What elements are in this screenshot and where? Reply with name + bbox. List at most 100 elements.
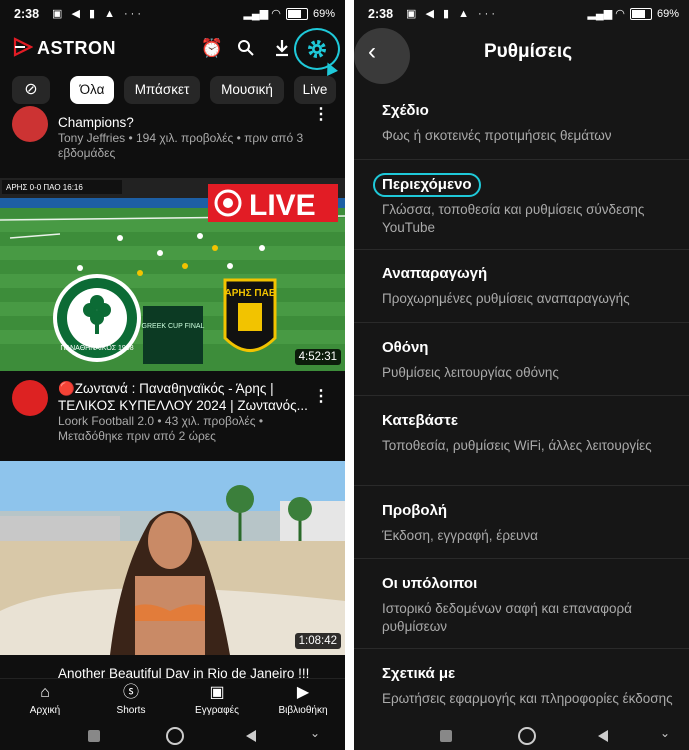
divider <box>354 159 689 160</box>
home-icon: ⌂ <box>40 684 50 701</box>
back-button[interactable] <box>354 28 410 84</box>
channel-avatar[interactable] <box>12 106 48 142</box>
page-title: Ρυθμίσεις <box>484 41 573 62</box>
settings-item-title: Προβολή <box>382 502 448 519</box>
settings-item-download[interactable]: Κατεβάστε Τοποθεσία, ρυθμίσεις WiFi, άλλ… <box>382 411 673 455</box>
divider <box>354 395 689 396</box>
settings-item-subtitle: Ερωτήσεις εφαρμογής και πληροφορίες έκδο… <box>382 691 673 706</box>
battery-icon <box>629 8 652 21</box>
battery-level: 69% <box>656 8 679 20</box>
chip-live[interactable]: Live <box>294 76 336 104</box>
home-system-icon[interactable] <box>518 727 536 745</box>
subscriptions-icon: ▣ <box>209 684 225 701</box>
notification-icons: ▣ ◀ ▮ ▲ ··· <box>406 8 499 20</box>
divider <box>354 485 689 486</box>
settings-item-title: Αναπαραγωγή <box>382 265 488 282</box>
status-time: 2:38 <box>368 7 394 21</box>
cup-label: GREEK CUP FINAL <box>142 323 205 330</box>
settings-item-design[interactable]: Σχέδιο Φως ή σκοτεινές προτιμήσεις θεμάτ… <box>382 101 673 145</box>
divider <box>354 322 689 323</box>
app-logo-icon <box>13 37 33 57</box>
shorts-icon: ⓢ <box>122 684 139 701</box>
gear-icon <box>308 40 326 58</box>
filter-chips: ⊘ Όλα Μπάσκετ Μουσική Live <box>0 72 345 106</box>
home-system-icon[interactable] <box>166 727 184 745</box>
signal-icon: ▂▄▆ <box>243 8 269 20</box>
alarm-icon[interactable]: ⏰ <box>200 36 224 60</box>
system-navigation: ⌄ <box>354 722 689 750</box>
settings-item-title: Σχέδιο <box>382 102 429 119</box>
status-bar: 2:38 ▣ ◀ ▮ ▲ ··· ▂▄▆ ◠ 69% <box>354 0 689 28</box>
more-options-icon[interactable]: ⋮ <box>313 104 329 124</box>
back-system-icon[interactable] <box>598 730 608 742</box>
settings-item-content[interactable]: Περιεχόμενο Γλώσσα, τοποθεσία και ρυθμίσ… <box>373 173 673 237</box>
settings-item-about[interactable]: Σχετικά με Ερωτήσεις εφαρμογής και πληρο… <box>382 664 673 718</box>
notification-icons: ▣ ◀ ▮ ▲ ··· <box>52 8 145 20</box>
divider <box>354 249 689 250</box>
settings-item-subtitle: Ιστορικό δεδομένων σαφή και επαναφορά ρυ… <box>382 601 632 634</box>
settings-screen: 2:38 ▣ ◀ ▮ ▲ ··· ▂▄▆ ◠ 69% ‹ Ρυθμίσεις Σ… <box>354 0 689 750</box>
settings-item-subtitle: Γλώσσα, τοποθεσία και ρυθμίσεις σύνδεσης… <box>382 202 645 235</box>
settings-item-subtitle: Φως ή σκοτεινές προτιμήσεις θεμάτων <box>382 128 612 143</box>
settings-item-display[interactable]: Οθόνη Ρυθμίσεις λειτουργίας οθόνης <box>382 338 673 382</box>
home-screen: 2:38 ▣ ◀ ▮ ▲ ··· ▂▄▆ ◠ 69% ASTRON ⏰ ⊘ Όλ… <box>0 0 345 750</box>
settings-item-subtitle: Τοποθεσία, ρυθμίσεις WiFi, άλλες λειτουρ… <box>382 438 652 453</box>
recents-icon[interactable] <box>440 730 452 742</box>
video-info: Champions? Tony Jeffries • 194 χιλ. προβ… <box>58 114 315 161</box>
more-options-icon[interactable]: ⋮ <box>313 386 329 406</box>
settings-item-view[interactable]: Προβολή Έκδοση, εγγραφή, έρευνα <box>382 501 673 545</box>
app-name: ASTRON <box>37 38 116 58</box>
football-match-image: ΑΡΗΣ 0-0 ΠΑΟ 16:16 ΠΑΝΑΘΗΝΑΪΚΟΣ 1908 GRE… <box>0 178 345 371</box>
settings-item-title: Περιεχόμενο <box>373 173 481 197</box>
hide-nav-icon[interactable]: ⌄ <box>310 726 322 740</box>
nav-home[interactable]: ⌂ Αρχική <box>2 683 88 716</box>
channel-avatar[interactable] <box>12 380 48 416</box>
club1-label: ΠΑΝΑΘΗΝΑΪΚΟΣ 1908 <box>60 344 133 352</box>
scoreboard-text: ΑΡΗΣ 0-0 ΠΑΟ 16:16 <box>6 183 83 192</box>
nav-subscriptions[interactable]: ▣ Εγγραφές <box>174 683 260 716</box>
status-right: ▂▄▆ ◠ 69% <box>587 7 679 21</box>
nav-library[interactable]: ▶ Βιβλιοθήκη <box>260 683 345 716</box>
nav-shorts[interactable]: ⓢ Shorts <box>88 683 174 716</box>
battery-level: 69% <box>312 8 335 20</box>
back-system-icon[interactable] <box>246 730 256 742</box>
search-icon[interactable] <box>234 36 258 60</box>
club2-label: ΑΡΗΣ ΠΑΕ <box>224 288 275 299</box>
wifi-icon: ◠ <box>615 8 625 20</box>
settings-item-subtitle: Ρυθμίσεις λειτουργίας οθόνης <box>382 365 559 380</box>
hide-nav-icon[interactable]: ⌄ <box>660 726 672 740</box>
status-time: 2:38 <box>14 7 40 21</box>
divider <box>354 648 689 649</box>
signal-icon: ▂▄▆ <box>587 8 613 20</box>
settings-item-subtitle: Προχωρημένες ρυθμίσεις αναπαραγωγής <box>382 291 630 306</box>
wifi-icon: ◠ <box>271 8 281 20</box>
settings-item-subtitle: Έκδοση, εγγραφή, έρευνα <box>382 528 538 543</box>
video-duration: 4:52:31 <box>294 349 341 365</box>
settings-item-playback[interactable]: Αναπαραγωγή Προχωρημένες ρυθμίσεις αναπα… <box>382 264 673 308</box>
nav-label: Shorts <box>116 705 146 716</box>
chip-music[interactable]: Μουσική <box>210 76 284 104</box>
download-icon[interactable] <box>270 36 294 60</box>
beach-image <box>0 461 345 655</box>
status-bar: 2:38 ▣ ◀ ▮ ▲ ··· ▂▄▆ ◠ 69% <box>0 0 345 28</box>
system-navigation: ⌄ <box>0 722 345 750</box>
settings-item-other[interactable]: Οι υπόλοιποι Ιστορικό δεδομένων σαφή και… <box>382 574 673 636</box>
library-icon: ▶ <box>296 684 310 701</box>
divider <box>354 558 689 559</box>
settings-item-title: Σχετικά με <box>382 665 456 682</box>
bottom-navigation: ⌂ Αρχική ⓢ Shorts ▣ Εγγραφές ▶ Βιβλιοθήκ… <box>0 678 345 721</box>
video-title[interactable]: 🔴Ζωντανά : Παναθηναϊκός - Άρης | ΤΕΛΙΚΟΣ… <box>58 380 315 414</box>
status-right: ▂▄▆ ◠ 69% <box>243 7 335 21</box>
nav-label: Εγγραφές <box>195 705 239 716</box>
explore-chip[interactable]: ⊘ <box>12 76 50 104</box>
chip-basketball[interactable]: Μπάσκετ <box>124 76 200 104</box>
settings-item-title: Οι υπόλοιποι <box>382 575 478 592</box>
video-meta: Tony Jeffries • 194 χιλ. προβολές • πριν… <box>58 131 304 160</box>
nav-label: Αρχική <box>29 705 61 716</box>
chip-all[interactable]: Όλα <box>70 76 114 104</box>
video-thumbnail[interactable]: 1:08:42 <box>0 461 345 655</box>
video-thumbnail[interactable]: ΑΡΗΣ 0-0 ΠΑΟ 16:16 ΠΑΝΑΘΗΝΑΪΚΟΣ 1908 GRE… <box>0 178 345 371</box>
video-title[interactable]: Champions? <box>58 114 315 131</box>
recents-icon[interactable] <box>88 730 100 742</box>
live-badge: LIVE <box>249 189 316 222</box>
